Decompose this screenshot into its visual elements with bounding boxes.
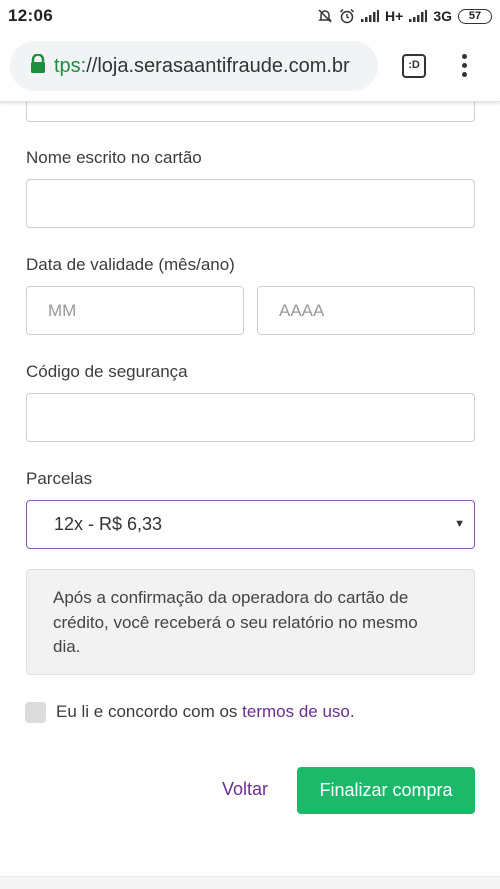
browser-toolbar: tps://loja.serasaantifraude.com.br :D	[0, 32, 500, 102]
security-code-label: Código de segurança	[26, 362, 188, 381]
network-type-2: 3G	[433, 8, 452, 24]
signal-icon	[361, 10, 380, 22]
expiry-year-input[interactable]: AAAA	[257, 286, 475, 335]
muted-bell-icon	[317, 8, 333, 24]
info-notice: Após a confirmação da operadora do cartã…	[26, 569, 475, 675]
terms-link[interactable]: termos de uso	[242, 702, 350, 721]
lock-icon	[30, 52, 46, 79]
expiry-month-input[interactable]: MM	[26, 286, 244, 335]
battery-icon: 57	[458, 8, 492, 24]
info-text: Após a confirmação da operadora do cartã…	[53, 588, 418, 656]
installments-value: 12x - R$ 6,33	[54, 514, 163, 534]
url-text: tps://loja.serasaantifraude.com.br	[54, 55, 350, 78]
alarm-icon	[339, 8, 355, 24]
address-bar[interactable]: tps://loja.serasaantifraude.com.br	[10, 41, 378, 91]
back-button[interactable]: Voltar	[222, 779, 268, 800]
url-host: //loja.serasaantifraude.com.br	[86, 54, 350, 77]
network-type-1: H+	[385, 8, 404, 24]
terms-checkbox[interactable]	[25, 702, 46, 723]
status-icons: H+ 3G 57	[317, 8, 492, 24]
terms-prefix: Eu li e concordo com os	[56, 702, 243, 721]
signal-icon-2	[409, 10, 428, 22]
terms-suffix: .	[349, 702, 355, 721]
name-label: Nome escrito no cartão	[26, 148, 202, 167]
installments-select[interactable]: 12x - R$ 6,33 ▼	[26, 500, 475, 549]
terms-label: Eu li e concordo com os termos de uso.	[56, 702, 355, 722]
dropdown-arrow-icon: ▼	[454, 518, 465, 530]
clock: 12:06	[8, 6, 53, 25]
status-bar: 12:06 H+ 3G 57	[0, 0, 500, 32]
installments-label: Parcelas	[26, 469, 93, 488]
expiry-label: Data de validade (mês/ano)	[26, 255, 235, 274]
card-name-input[interactable]	[26, 179, 475, 228]
url-scheme: tps:	[54, 54, 87, 77]
finalize-purchase-button[interactable]: Finalizar compra	[297, 767, 475, 814]
security-code-input[interactable]	[26, 393, 475, 442]
menu-dots-icon[interactable]	[460, 54, 468, 80]
page-bottom-divider	[0, 876, 500, 889]
tab-switcher-button[interactable]: :D	[402, 54, 426, 78]
